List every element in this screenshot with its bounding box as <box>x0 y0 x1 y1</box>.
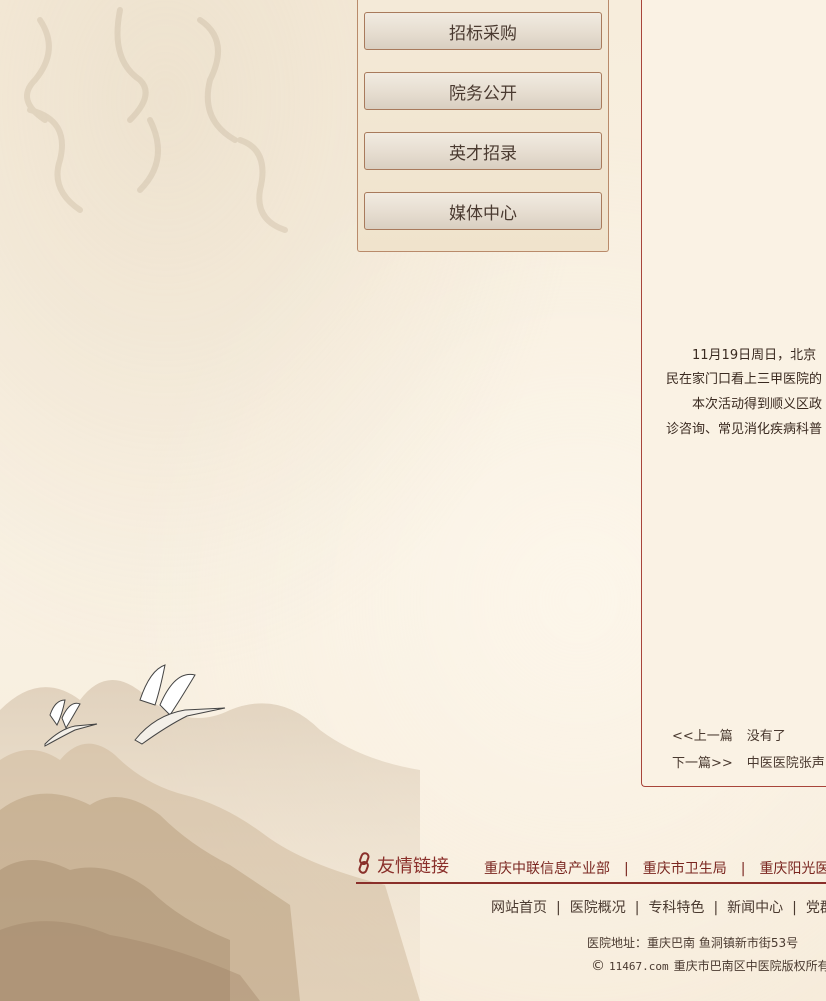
footer-nav-party[interactable]: 党群 <box>806 897 826 917</box>
prev-article-title: 没有了 <box>746 729 786 744</box>
menu-item-hospital-affairs[interactable]: 院务公开 <box>364 72 602 110</box>
article-panel: 11月19日周日，北京 民在家门口看上三甲医院的 本次活动得到顺义区政 诊咨询、… <box>641 0 826 787</box>
footer-nav-news[interactable]: 新闻中心 <box>727 897 783 917</box>
copyright-text: 重庆市巴南区中医院版权所有 <box>673 959 826 973</box>
link-chain-icon <box>358 852 370 874</box>
mountain-landscape <box>0 664 420 1001</box>
prev-article-label: <<上一篇 <box>672 729 733 744</box>
site-domain: 11467.com <box>609 960 669 973</box>
footer-nav-specialties[interactable]: 专科特色 <box>648 897 704 917</box>
friend-links-bar: 友情链接 重庆中联信息产业部 | 重庆市卫生局 | 重庆阳光医 <box>356 848 826 884</box>
friend-link[interactable]: 重庆市卫生局 <box>643 858 727 878</box>
menu-item-talent-recruitment[interactable]: 英才招录 <box>364 132 602 170</box>
friend-links-list: 重庆中联信息产业部 | 重庆市卫生局 | 重庆阳光医 <box>484 858 826 878</box>
prev-article-row: <<上一篇 没有了 <box>672 725 786 744</box>
article-paragraph: 民在家门口看上三甲医院的 <box>666 372 823 387</box>
menu-item-bidding-procurement[interactable]: 招标采购 <box>364 12 602 50</box>
side-menu-panel: 招标采购 院务公开 英才招录 媒体中心 <box>357 0 609 252</box>
next-article-label: 下一篇>> <box>672 756 733 771</box>
copyright-line: © 11467.com 重庆市巴南区中医院版权所有 <box>591 957 826 974</box>
footer-nav-overview[interactable]: 医院概况 <box>570 897 626 917</box>
friend-link[interactable]: 重庆中联信息产业部 <box>484 858 610 878</box>
calligraphy-background <box>24 7 288 233</box>
copyright-icon: © <box>591 958 605 974</box>
menu-item-media-center[interactable]: 媒体中心 <box>364 192 602 230</box>
next-article-row: 下一篇>> 中医医院张声 <box>672 752 825 771</box>
article-paragraph: 诊咨询、常见消化疾病科普 <box>666 422 823 437</box>
next-article-link[interactable]: 中医医院张声 <box>747 756 825 771</box>
article-paragraph: 本次活动得到顺义区政 <box>666 397 823 412</box>
friend-link[interactable]: 重庆阳光医 <box>759 858 826 878</box>
hospital-address: 医院地址：重庆巴南 鱼洞镇新市街53号 <box>587 936 799 950</box>
friend-links-title: 友情链接 <box>377 856 449 877</box>
footer-nav-home[interactable]: 网站首页 <box>491 897 547 917</box>
article-paragraph: 11月19日周日，北京 <box>666 348 817 363</box>
footer-nav: 网站首页|医院概况|专科特色|新闻中心|党群 <box>491 897 826 917</box>
